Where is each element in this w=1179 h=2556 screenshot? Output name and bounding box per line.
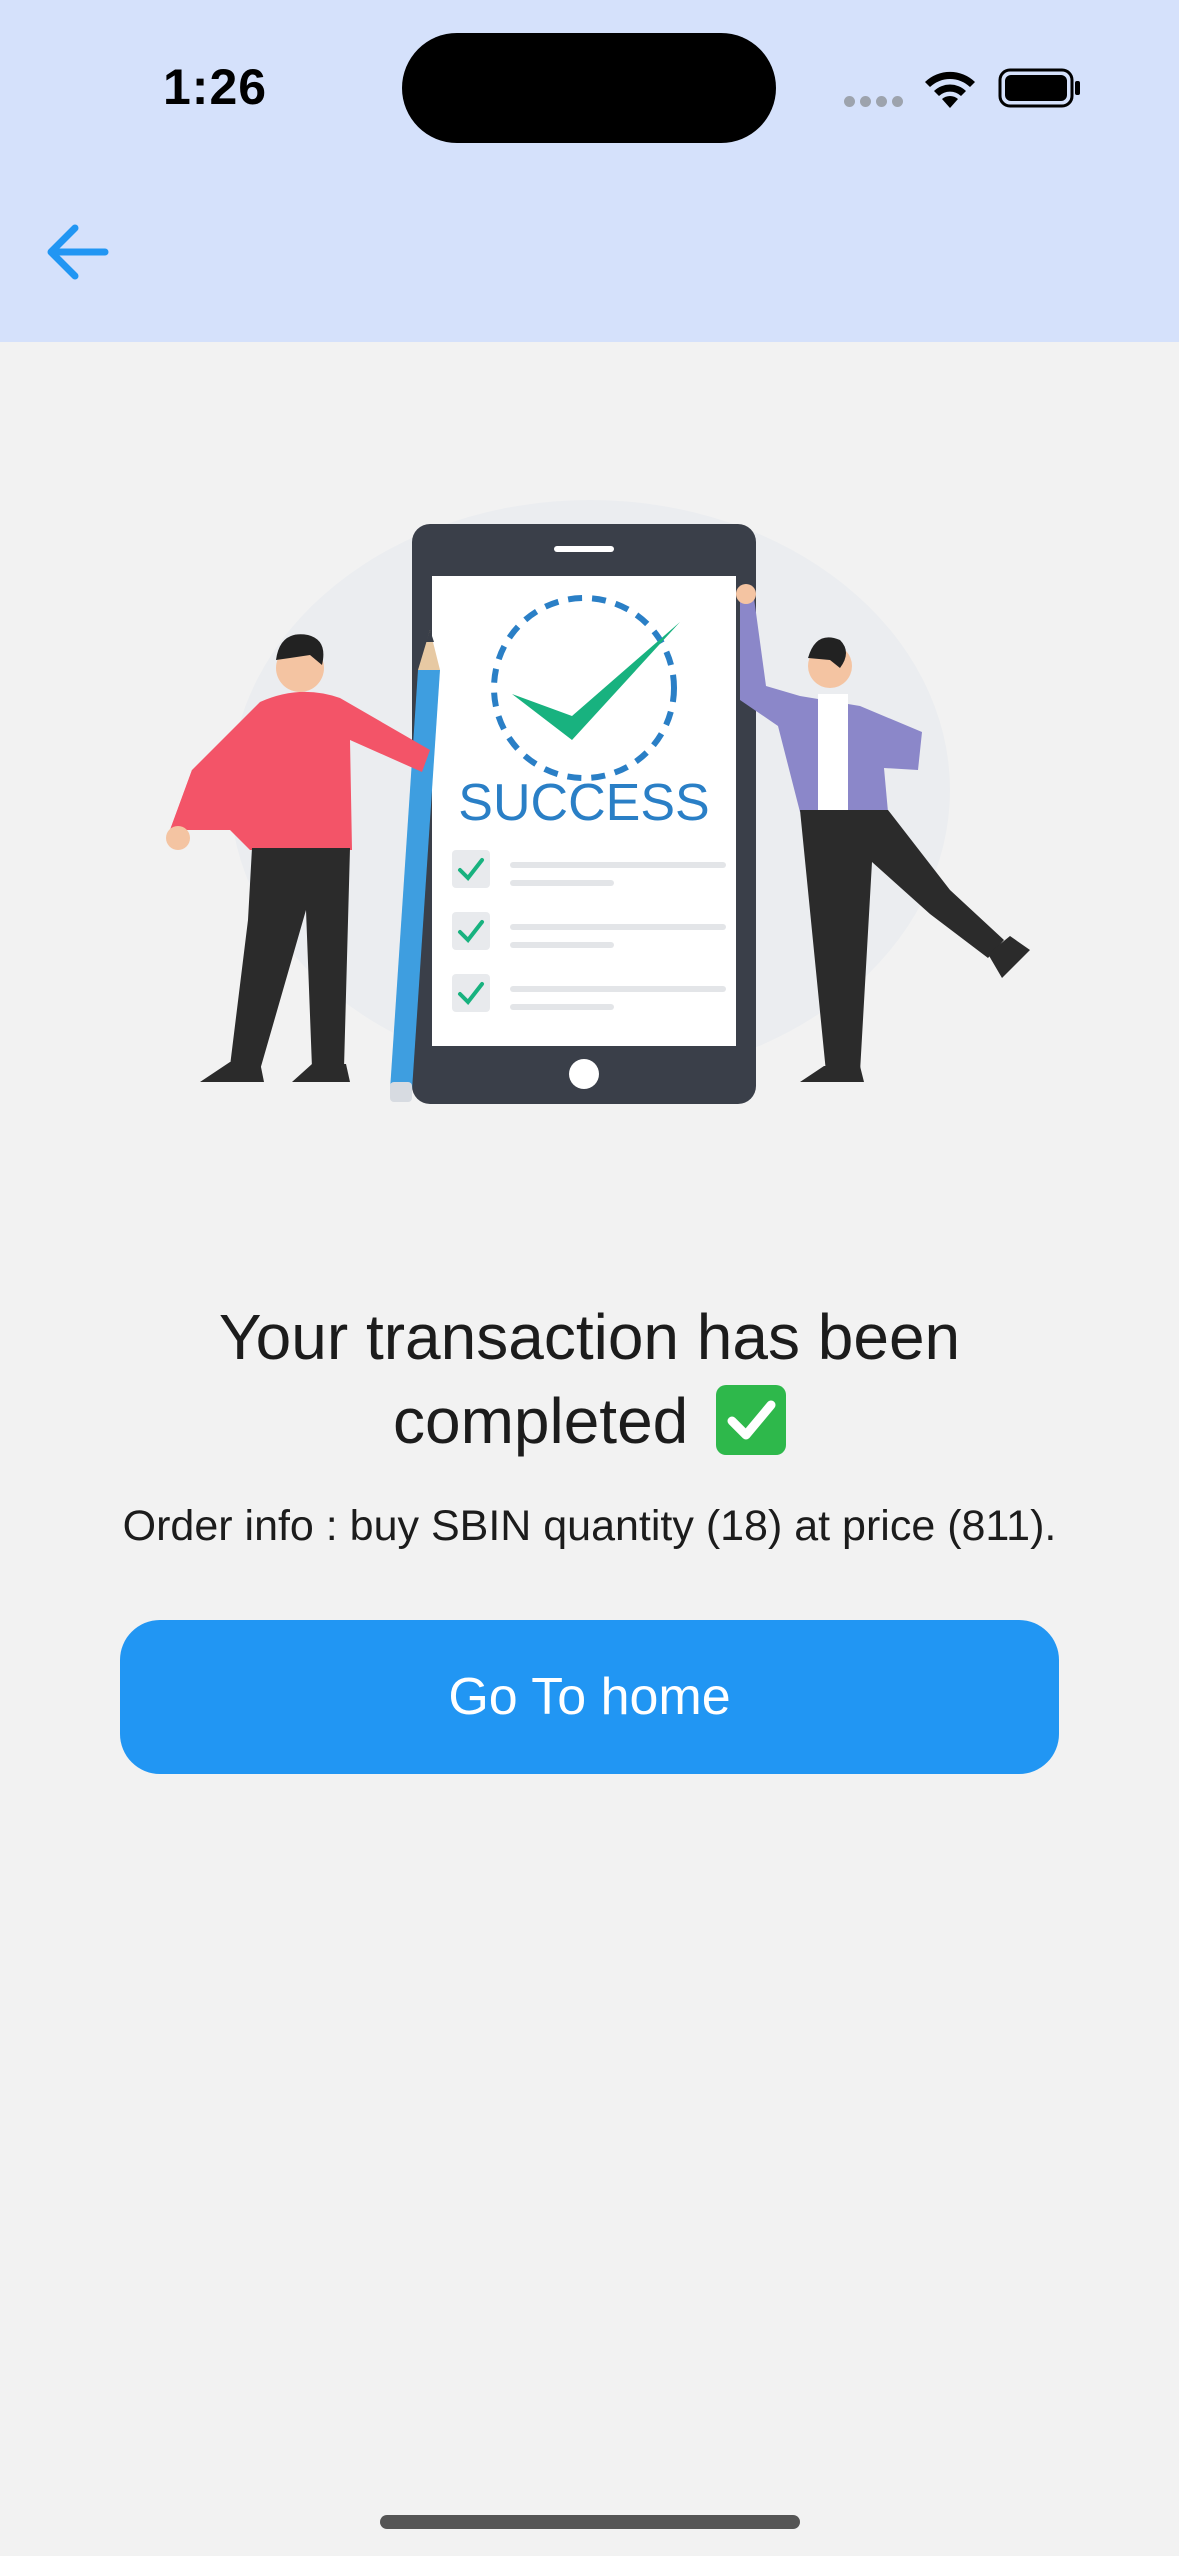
title-line-2: completed <box>392 1385 689 1457</box>
app-header: 1:26 <box>0 0 1179 342</box>
dynamic-island <box>402 33 776 143</box>
go-to-home-button[interactable]: Go To home <box>120 1620 1059 1774</box>
status-time: 1:26 <box>163 59 268 115</box>
success-illustration: SUCCESS <box>166 500 1030 1104</box>
success-label: SUCCESS <box>458 774 709 832</box>
wifi-icon <box>925 71 975 108</box>
title-line-1: Your transaction has been <box>218 1301 961 1373</box>
title-line-2-wrap: completed <box>0 1379 1179 1463</box>
cellular-signal-icon <box>844 94 908 112</box>
order-info: Order info : buy SBIN quantity (18) at p… <box>122 1502 1057 1550</box>
back-button[interactable] <box>36 215 116 289</box>
battery-icon <box>998 68 1080 108</box>
check-mark-button-icon <box>716 1385 787 1455</box>
transaction-title: Your transaction has been completed <box>0 1295 1179 1463</box>
home-indicator[interactable] <box>380 2515 800 2529</box>
arrow-left-icon <box>47 224 109 280</box>
